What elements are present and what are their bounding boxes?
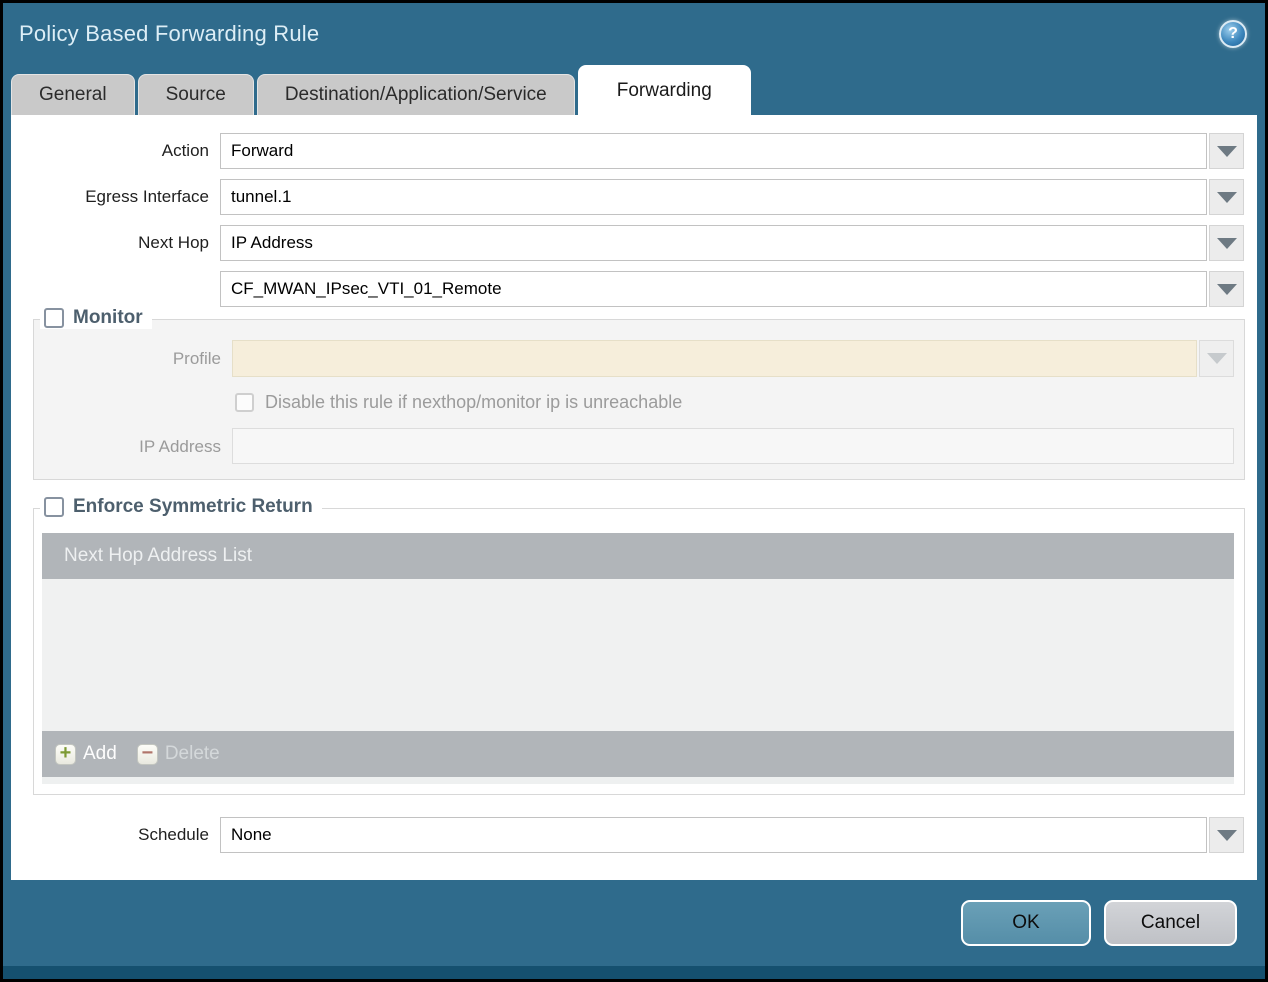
disable-rule-checkbox [235, 392, 254, 412]
next-hop-row: Next Hop IP Address [11, 225, 1257, 261]
next-hop-address-list-table: Next Hop Address List + Add − Delete [42, 533, 1234, 784]
tab-source-label: Source [165, 84, 226, 105]
ok-button[interactable]: OK [961, 900, 1091, 946]
chevron-down-icon [1216, 191, 1237, 203]
monitor-ip-row: IP Address [34, 428, 1234, 465]
monitor-checkbox[interactable] [44, 308, 64, 328]
next-hop-address-list-toolbar: + Add − Delete [42, 731, 1234, 777]
dialog-footer: OK Cancel [3, 880, 1265, 966]
forwarding-tab-panel: Action Forward Egress Interface tunnel.1 [11, 115, 1257, 880]
table-bottom-strip [42, 777, 1234, 784]
next-hop-dropdown-button[interactable] [1209, 225, 1244, 261]
next-hop-address-list-body[interactable] [42, 579, 1234, 731]
next-hop-label: Next Hop [138, 233, 209, 252]
schedule-select[interactable]: None [220, 817, 1207, 853]
title-bar: Policy Based Forwarding Rule ? [3, 3, 1265, 65]
monitor-ip-label: IP Address [139, 436, 221, 456]
monitor-group: Monitor Profile Disable this rule if nex… [33, 307, 1245, 480]
monitor-group-title: Monitor [73, 307, 143, 328]
disable-rule-row: Disable this rule if nexthop/monitor ip … [235, 388, 1234, 416]
egress-interface-row: Egress Interface tunnel.1 [11, 179, 1257, 215]
dialog-title: Policy Based Forwarding Rule [19, 21, 320, 46]
tab-forwarding[interactable]: Forwarding [577, 65, 751, 115]
tab-source[interactable]: Source [137, 74, 254, 115]
tab-bar: General Source Destination/Application/S… [3, 65, 1265, 115]
bottom-strip [3, 966, 1265, 979]
delete-button-label: Delete [164, 743, 220, 764]
tab-destination-application-service[interactable]: Destination/Application/Service [256, 74, 575, 115]
enforce-legend: Enforce Symmetric Return [40, 496, 322, 518]
chevron-down-icon [1216, 283, 1237, 295]
profile-select [232, 340, 1197, 377]
enforce-symmetric-return-group: Enforce Symmetric Return Next Hop Addres… [33, 496, 1245, 795]
chevron-down-icon [1216, 237, 1237, 249]
enforce-symmetric-return-checkbox[interactable] [44, 497, 64, 517]
schedule-label: Schedule [138, 825, 209, 844]
next-hop-address-select[interactable]: CF_MWAN_IPsec_VTI_01_Remote [220, 271, 1207, 307]
next-hop-type-select[interactable]: IP Address [220, 225, 1207, 261]
next-hop-address-list-header: Next Hop Address List [42, 533, 1234, 579]
action-dropdown-button[interactable] [1209, 133, 1244, 169]
plus-icon: + [55, 743, 76, 765]
action-label: Action [161, 141, 209, 160]
next-hop-address-dropdown-button[interactable] [1209, 271, 1244, 307]
tab-forwarding-label: Forwarding [616, 79, 712, 101]
schedule-dropdown-button[interactable] [1209, 817, 1244, 853]
monitor-legend: Monitor [40, 307, 152, 329]
monitor-profile-row: Profile [34, 340, 1234, 377]
action-row: Action Forward [11, 133, 1257, 169]
help-icon[interactable]: ? [1219, 20, 1247, 48]
chevron-down-icon [1216, 829, 1237, 841]
minus-icon: − [136, 743, 158, 765]
profile-label: Profile [172, 348, 221, 368]
add-button-label: Add [83, 743, 117, 764]
policy-based-forwarding-dialog: Policy Based Forwarding Rule ? General S… [3, 3, 1265, 979]
next-hop-address-row: CF_MWAN_IPsec_VTI_01_Remote [11, 271, 1257, 307]
tab-general[interactable]: General [11, 74, 135, 115]
profile-dropdown-button [1199, 340, 1234, 377]
tab-general-label: General [39, 84, 107, 105]
egress-interface-label: Egress Interface [85, 187, 209, 206]
action-select[interactable]: Forward [220, 133, 1207, 169]
next-hop-address-list-header-label: Next Hop Address List [64, 545, 252, 566]
dialog-frame: Policy Based Forwarding Rule ? General S… [0, 0, 1268, 982]
disable-rule-label: Disable this rule if nexthop/monitor ip … [265, 391, 683, 412]
egress-interface-dropdown-button[interactable] [1209, 179, 1244, 215]
chevron-down-icon [1206, 353, 1227, 364]
enforce-group-title: Enforce Symmetric Return [73, 496, 313, 517]
schedule-row: Schedule None [11, 817, 1257, 853]
delete-button: − Delete [136, 743, 220, 765]
chevron-down-icon [1216, 145, 1237, 157]
cancel-button[interactable]: Cancel [1104, 900, 1237, 946]
add-button[interactable]: + Add [55, 743, 117, 765]
egress-interface-select[interactable]: tunnel.1 [220, 179, 1207, 215]
monitor-ip-input [232, 428, 1234, 464]
tab-destination-label: Destination/Application/Service [284, 84, 547, 105]
